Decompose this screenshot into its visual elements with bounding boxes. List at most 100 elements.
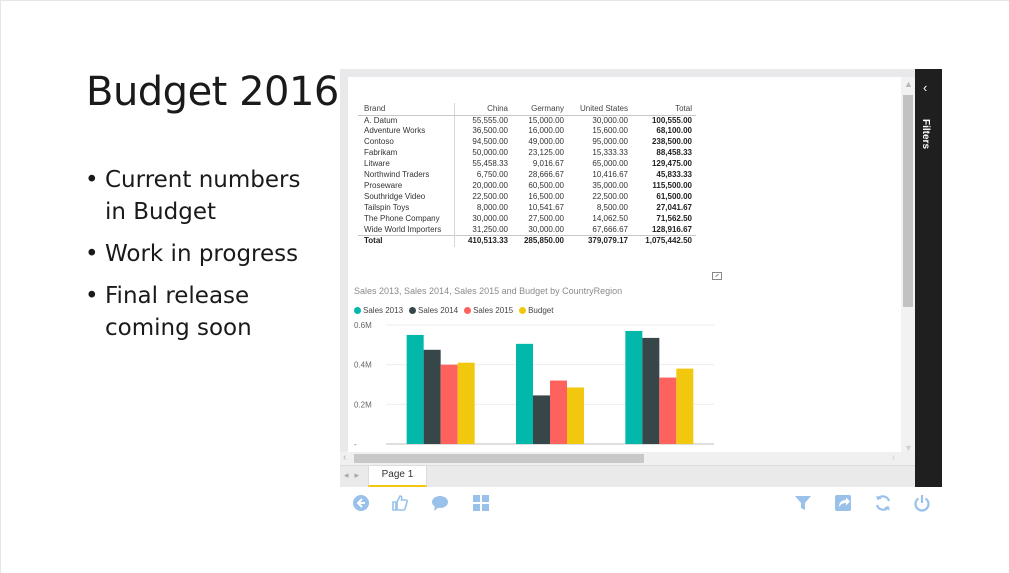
bar-budget[interactable] xyxy=(676,368,694,444)
value-cell: 30,000.00 xyxy=(453,213,512,225)
value-cell: 30,000.00 xyxy=(592,115,628,125)
value-cell: 94,500.00 xyxy=(453,137,512,149)
legend-swatch xyxy=(464,307,472,314)
powerbi-embed: Brand China Germany United States Total … xyxy=(340,69,942,487)
brand-cell: Contoso xyxy=(364,137,394,147)
focus-mode-icon[interactable] xyxy=(712,272,722,280)
value-cell: 238,500.00 xyxy=(651,137,692,147)
value-cell: 128,916.67 xyxy=(651,224,692,234)
table-row[interactable]: Litware 55,458.33 9,016.67 65,000.00 129,475… xyxy=(358,159,696,171)
table-row[interactable]: A. Datum 55,555.00 15,000.00 30,000.00 100,5… xyxy=(358,115,696,127)
tab-page-1[interactable]: Page 1 xyxy=(368,466,427,487)
table-row[interactable]: Northwind Traders 6,750.00 28,666.67 10,416… xyxy=(358,170,696,181)
legend-swatch xyxy=(354,307,361,314)
bullet-item: Work in progress xyxy=(83,238,323,270)
value-cell: 67,666.67 xyxy=(592,224,628,234)
table-row[interactable]: Wide World Importers 31,250.00 30,000.00 67… xyxy=(358,224,696,236)
scroll-left-icon[interactable]: ‹ xyxy=(343,452,346,463)
value-cell: 129,475.00 xyxy=(651,159,692,169)
column-header[interactable]: Total xyxy=(632,103,696,116)
legend-item[interactable]: Sales 2015 xyxy=(464,306,513,315)
legend-label: Sales 2013 xyxy=(363,306,404,315)
total-value-cell: 1,075,442.50 xyxy=(632,235,696,248)
column-header[interactable]: Germany xyxy=(512,103,568,116)
bar-budget[interactable] xyxy=(567,387,584,444)
tab-nav-arrows-icon[interactable]: ◂▸ xyxy=(344,470,365,481)
table-row[interactable]: Contoso 94,500.00 49,000.00 95,000.00 238,50… xyxy=(358,137,696,149)
value-cell: 60,500.00 xyxy=(528,180,564,190)
table-row[interactable]: The Phone Company 30,000.00 27,500.00 14,06… xyxy=(358,213,696,225)
filters-label[interactable]: Filters xyxy=(920,119,931,149)
horizontal-scrollbar[interactable]: ‹ › xyxy=(340,452,915,465)
legend-item[interactable]: Sales 2013 xyxy=(354,306,403,315)
bullet-list: Current numbers in Budget Work in progre… xyxy=(83,164,323,354)
legend-item[interactable]: Sales 2014 xyxy=(409,306,458,315)
chevron-left-icon[interactable]: ‹ xyxy=(923,80,927,95)
value-cell: 55,458.33 xyxy=(453,159,512,171)
brand-cell: Litware xyxy=(364,159,390,169)
value-cell: 23,125.00 xyxy=(528,148,564,158)
bar-sales-2015[interactable] xyxy=(440,364,458,444)
chart-title: Sales 2013, Sales 2014, Sales 2015 and B… xyxy=(354,286,623,296)
value-cell: 15,000.00 xyxy=(528,115,564,125)
brand-cell: Fabrikam xyxy=(364,148,398,158)
bar-sales-2015[interactable] xyxy=(659,377,677,444)
column-header[interactable]: Brand xyxy=(358,103,454,116)
value-cell: 20,000.00 xyxy=(453,180,512,192)
legend-label: Budget xyxy=(528,306,554,315)
legend-label: Sales 2014 xyxy=(418,306,459,315)
page-tab-bar: ◂▸ Page 1 xyxy=(340,465,915,487)
value-cell: 49,000.00 xyxy=(528,137,564,147)
bar-sales-2013[interactable] xyxy=(516,343,533,444)
comment-icon[interactable] xyxy=(431,494,449,512)
value-cell: 65,000.00 xyxy=(592,159,628,169)
like-icon[interactable] xyxy=(391,494,409,512)
table-row[interactable]: Tailspin Toys 8,000.00 10,541.67 8,500.00 27… xyxy=(358,202,696,214)
bar-sales-2013[interactable] xyxy=(625,330,643,444)
bar-budget[interactable] xyxy=(457,362,475,444)
table-row[interactable]: Proseware 20,000.00 60,500.00 35,000.00 115,… xyxy=(358,180,696,192)
power-icon[interactable] xyxy=(913,494,931,512)
value-cell: 14,062.50 xyxy=(592,213,628,223)
vertical-scrollbar[interactable]: ▲ ▼ xyxy=(901,77,915,453)
legend-item[interactable]: Budget xyxy=(519,306,553,315)
scroll-up-icon[interactable]: ▲ xyxy=(904,79,913,89)
table-row[interactable]: Fabrikam 50,000.00 23,125.00 15,333.33 88,45… xyxy=(358,148,696,160)
share-icon[interactable] xyxy=(834,494,852,512)
slide-title: Budget 2016 xyxy=(86,69,339,115)
bar-sales-2014[interactable] xyxy=(423,349,441,444)
bar-sales-2014[interactable] xyxy=(533,395,550,444)
value-cell: 36,500.00 xyxy=(453,126,512,138)
report-toolbar xyxy=(340,492,942,516)
table-total-row: Total 410,513.33 285,850.00 379,079.17 1,075… xyxy=(358,235,696,248)
refresh-icon[interactable] xyxy=(874,494,892,512)
value-cell: 9,016.67 xyxy=(532,159,564,169)
back-icon[interactable] xyxy=(352,494,370,512)
value-cell: 28,666.67 xyxy=(528,170,564,180)
scroll-thumb[interactable] xyxy=(354,454,644,463)
bar-sales-2014[interactable] xyxy=(642,337,660,444)
scroll-thumb[interactable] xyxy=(903,95,913,307)
value-cell: 115,500.00 xyxy=(652,180,692,190)
table-row[interactable]: Adventure Works 36,500.00 16,000.00 15,600.… xyxy=(358,126,696,138)
table-row[interactable]: Southridge Video 22,500.00 16,500.00 22,500… xyxy=(358,191,696,203)
bar-sales-2013[interactable] xyxy=(406,334,424,444)
brand-matrix-table[interactable]: Brand China Germany United States Total … xyxy=(358,103,696,248)
total-value-cell: 379,079.17 xyxy=(568,235,632,248)
value-cell: 88,458.33 xyxy=(656,148,692,158)
bar-sales-2015[interactable] xyxy=(550,380,567,444)
grid-icon[interactable] xyxy=(472,494,490,512)
sales-bar-chart[interactable]: 0.6M0.4M0.2M-ChinaGermanyUnited States xyxy=(348,317,718,455)
brand-cell: A. Datum xyxy=(364,115,398,125)
brand-cell: Southridge Video xyxy=(364,191,426,201)
column-header[interactable]: United States xyxy=(568,103,632,116)
column-header[interactable]: China xyxy=(453,103,512,116)
value-cell: 35,000.00 xyxy=(592,180,628,190)
brand-cell: Tailspin Toys xyxy=(364,202,410,212)
value-cell: 95,000.00 xyxy=(592,137,628,147)
legend-label: Sales 2015 xyxy=(473,306,514,315)
scroll-right-icon[interactable]: › xyxy=(892,452,895,463)
filters-pane[interactable]: ‹ Filters xyxy=(915,69,942,487)
filter-icon[interactable] xyxy=(794,494,812,512)
value-cell: 30,000.00 xyxy=(528,224,564,234)
